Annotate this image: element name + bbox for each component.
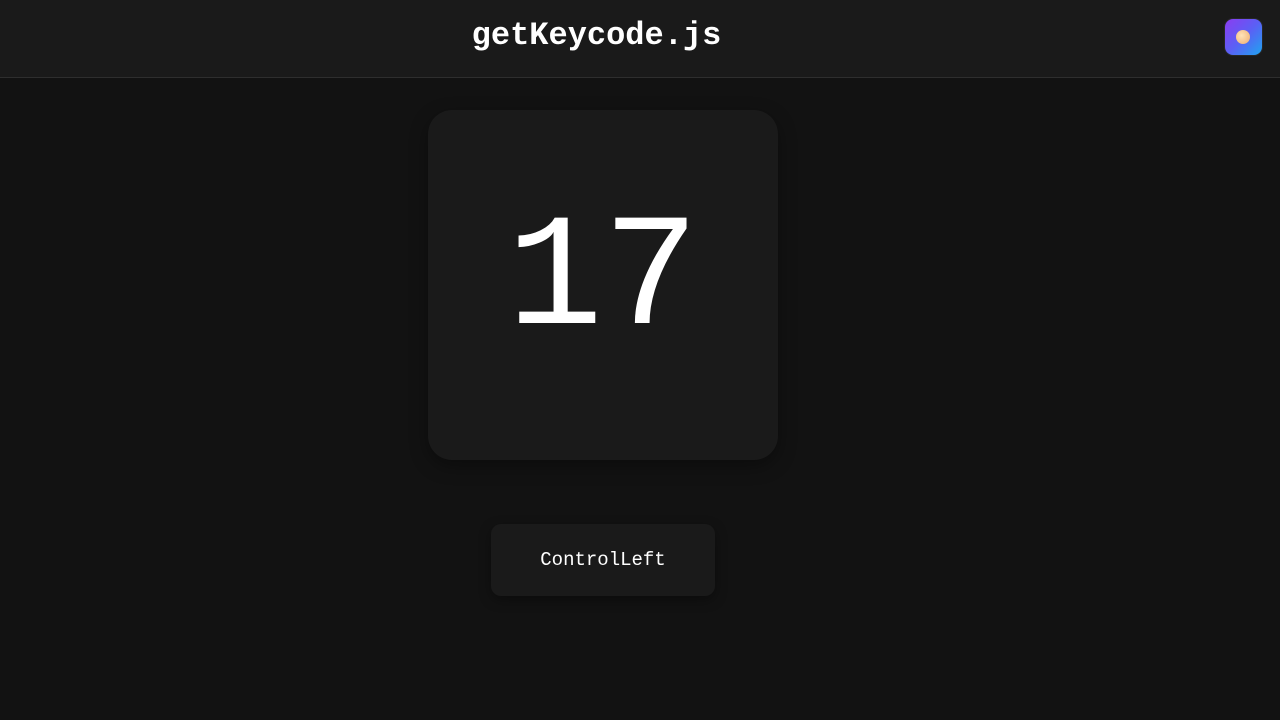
app-logo-icon[interactable] <box>1225 19 1262 55</box>
header-bar: getKeycode.js <box>0 0 1280 78</box>
key-code-value: ControlLeft <box>540 549 666 571</box>
keycode-value: 17 <box>506 191 700 372</box>
key-code-pill: ControlLeft <box>491 524 715 596</box>
site-title: getKeycode.js <box>471 17 722 54</box>
app-logo-dot <box>1236 30 1250 44</box>
keycode-card: 17 <box>428 110 778 460</box>
